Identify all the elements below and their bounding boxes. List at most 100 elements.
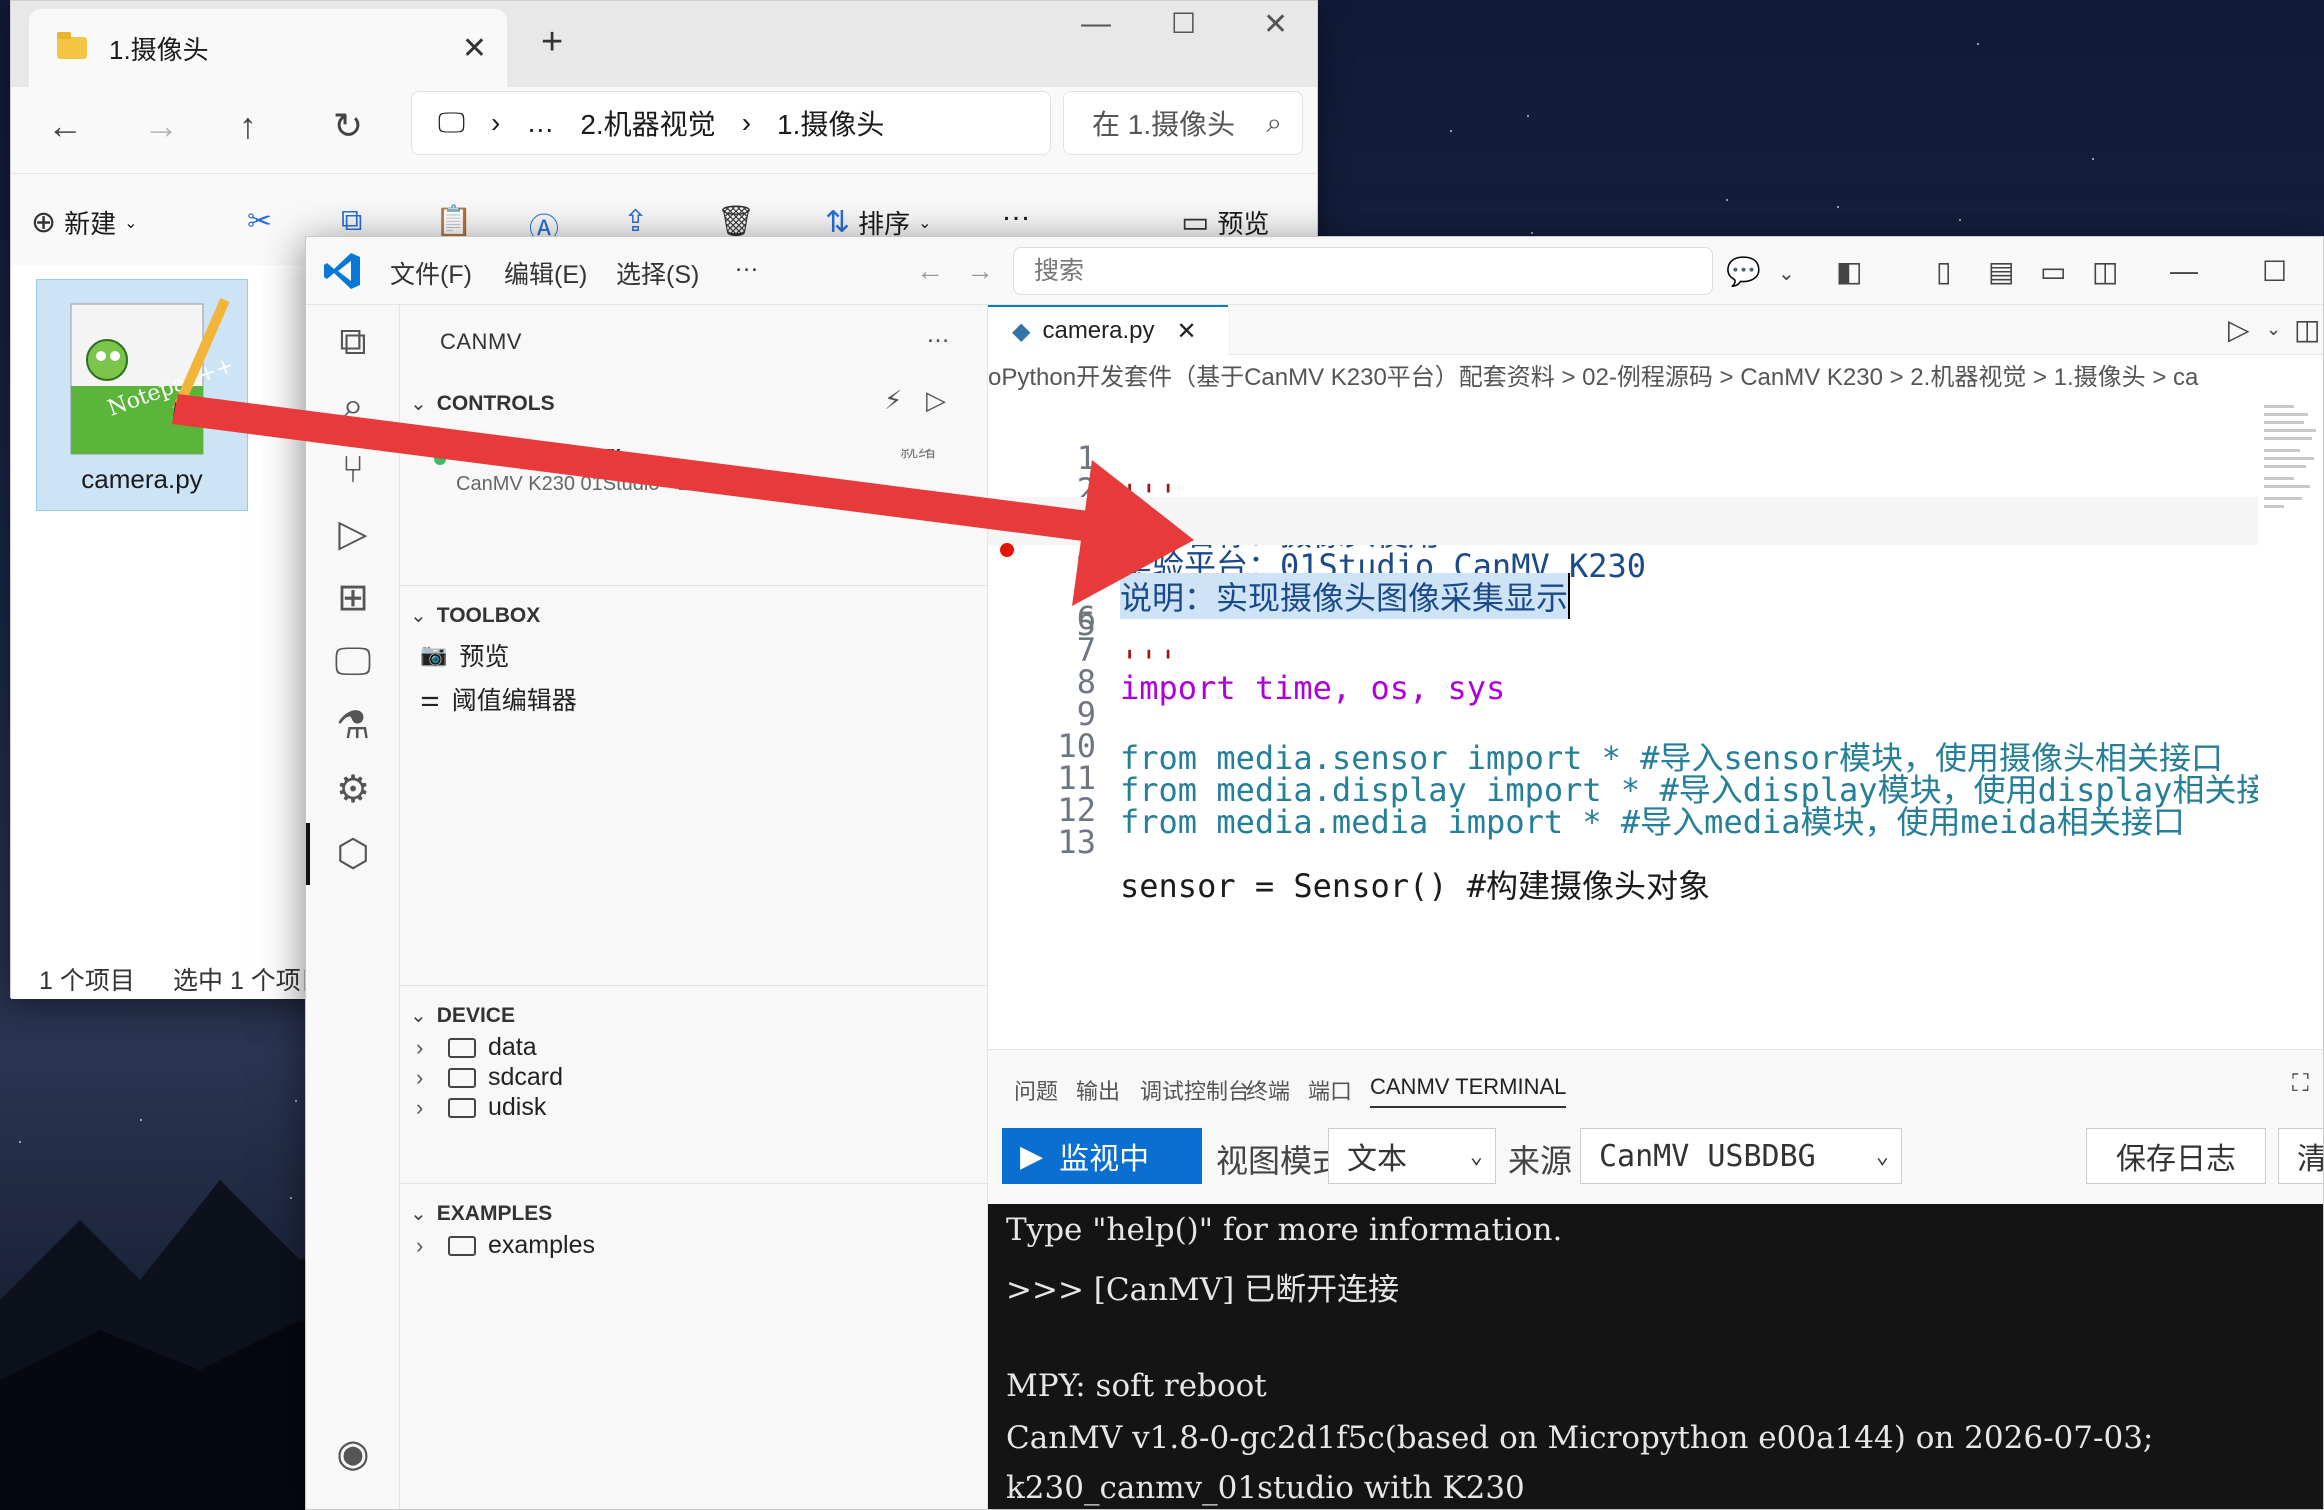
new-button[interactable]: ⊕ 新建 ⌄ [31,204,138,241]
view-mode-select[interactable]: 文本 ⌄ [1328,1128,1496,1184]
source-control-icon[interactable]: ⑂ [328,445,378,495]
paste-icon[interactable]: 📋 [435,204,472,239]
settings-sync-icon[interactable]: ⚙ [328,765,378,815]
explorer-search-input[interactable]: 在 1.摄像头 ⌕ [1063,91,1303,155]
board-detail: CanMV K230 01Studio - 1G v1.8-0 [456,473,766,495]
vscode-titlebar: 文件(F) 编辑(E) 选择(S) … ← → 搜索 💬 ⌄ ◧ ▯ ▤ ▭ ◫… [306,237,2323,305]
activity-bar: ⧉ ⌕ ⑂ ▷ ⊞ 🖵 ⚗ ⚙ ⬡ ◉ [306,305,400,1509]
command-center-search[interactable]: 搜索 [1013,247,1713,295]
terminal-line: CanMV v1.8-0-gc2d1f5c(based on Micropyth… [1006,1420,2154,1456]
accounts-layout-icon[interactable]: ◧ [1836,255,1862,288]
editor-breadcrumb[interactable]: oPython开发套件（基于CanMV K230平台）配套资料 > 02-例程源… [988,355,2323,401]
delete-icon[interactable]: 🗑 [717,204,755,239]
toggle-sidebar-icon[interactable]: ▯ [1936,255,1951,288]
controls-section-header[interactable]: ⌄ CONTROLS [410,391,555,416]
nav-forward-icon[interactable]: → [966,255,994,287]
more-button[interactable]: … [1001,194,1031,228]
chevron-down-icon[interactable]: ⌄ [2266,319,2281,340]
explorer-icon[interactable]: ⧉ [328,317,378,367]
menu-selection[interactable]: 选择(S) [616,255,699,291]
star [1977,43,1979,45]
chevron-down-icon: ⌄ [124,214,138,232]
testing-icon[interactable]: ⚗ [328,701,378,751]
toolbox-section-header[interactable]: ⌄ TOOLBOX [410,603,540,628]
nav-back-icon[interactable]: ← [916,255,944,287]
back-icon[interactable]: ← [47,105,83,147]
extensions-icon[interactable]: ⊞ [328,573,378,623]
minimize-icon[interactable]: — [1081,7,1111,41]
breakpoint-icon[interactable] [1000,543,1014,557]
panel-tab-debug-console[interactable]: 调试控制台 [1140,1074,1250,1106]
toggle-secondary-sidebar-icon[interactable]: ◫ [2092,255,2118,288]
customize-layout-icon[interactable]: ▤ [1988,255,2014,288]
breadcrumb-ellipsis[interactable]: … [526,107,554,139]
up-icon[interactable]: ↑ [239,105,257,147]
canmv-terminal-output[interactable]: Type "help()" for more information. >>> … [988,1204,2323,1509]
account-icon[interactable]: ◉ [328,1429,378,1479]
run-icon[interactable]: ▷ [926,385,946,416]
code-line: 13 sensor = Sensor() #构建摄像头对象 [1057,823,1711,905]
breadcrumb-item[interactable]: 1.摄像头 [777,103,884,143]
copy-icon[interactable]: ⧉ [341,204,362,238]
maximize-icon[interactable]: ☐ [2262,255,2287,288]
address-bar[interactable]: 🖵 › … 2.机器视觉 › 1.摄像头 [411,91,1051,155]
remote-explorer-icon[interactable]: 🖵 [328,637,378,687]
chevron-down-icon: ⌄ [918,214,932,232]
folder-icon [448,1235,476,1256]
close-tab-icon[interactable]: ✕ [1177,317,1197,346]
menu-edit[interactable]: 编辑(E) [504,255,587,291]
refresh-icon[interactable]: ↻ [333,105,363,147]
panel-tab-canmv-terminal[interactable]: CANMV TERMINAL [1370,1074,1567,1108]
new-tab-icon[interactable]: + [541,21,563,64]
toolbox-item-preview[interactable]: 📷 预览 [420,637,509,673]
source-select[interactable]: CanMV USBDBG ⌄ [1580,1128,1902,1184]
board-name[interactable]: CanMV 开发板 [456,449,623,467]
device-item-udisk[interactable]: › udisk [416,1093,546,1122]
examples-item[interactable]: › examples [416,1231,595,1260]
device-item-data[interactable]: › data [416,1033,537,1062]
sidebar-more-icon[interactable]: … [926,321,950,349]
canmv-icon[interactable]: ⬡ [306,823,378,885]
device-section-header[interactable]: ⌄ DEVICE [410,1003,515,1028]
menu-more[interactable]: … [734,249,759,278]
run-file-icon[interactable]: ▷ [2228,313,2250,346]
explorer-tab[interactable]: 1.摄像头 ✕ [29,9,507,87]
save-log-button[interactable]: 保存日志 [2086,1128,2266,1184]
toggle-panel-icon[interactable]: ▭ [2040,255,2066,288]
breadcrumb-item[interactable]: 2.机器视觉 [580,103,715,143]
editor-tab-camera[interactable]: ◆ camera.py ✕ [988,305,1228,355]
panel-tab-terminal[interactable]: 终端 [1246,1074,1290,1106]
device-item-sdcard[interactable]: › sdcard [416,1063,563,1092]
examples-section-header[interactable]: ⌄ EXAMPLES [410,1201,552,1226]
run-debug-icon[interactable]: ▷ [328,509,378,559]
cut-icon[interactable]: ✂ [247,204,272,239]
panel-tab-output[interactable]: 输出 [1076,1074,1120,1106]
monitor-button[interactable]: ▶ 监视中 [1002,1128,1202,1184]
chevron-down-icon[interactable]: ⌄ [1778,261,1795,286]
folder-icon [448,1097,476,1118]
close-window-icon[interactable]: ✕ [1263,7,1288,42]
chevron-down-icon: ⌄ [410,1203,427,1225]
chevron-right-icon: › [416,1034,424,1060]
disconnect-icon[interactable]: ⚡ [884,385,902,416]
code-view[interactable]: 1 ''' 2 实验名称：摄像头使用 3 实验平台：01Studio CanMV… [988,401,2258,1049]
maximize-icon[interactable]: ☐ [1171,7,1196,40]
chevron-down-icon: ⌄ [410,1005,427,1027]
file-item-camera[interactable]: Notepad++ camera.py [36,279,248,511]
split-editor-icon[interactable]: ◫ [2294,313,2320,346]
minimap[interactable] [2260,401,2324,821]
panel-tab-problems[interactable]: 问题 [1014,1074,1058,1106]
toolbox-item-threshold[interactable]: ⚌ 阈值编辑器 [420,681,577,717]
forward-icon[interactable]: → [143,105,179,147]
folder-icon [448,1067,476,1088]
close-tab-icon[interactable]: ✕ [462,31,487,66]
menu-file[interactable]: 文件(F) [390,255,472,291]
share-icon[interactable]: ⇪ [623,204,648,239]
panel-tab-ports[interactable]: 端口 [1308,1074,1352,1106]
minimize-icon[interactable]: — [2170,255,2198,287]
copilot-chat-icon[interactable]: 💬 [1726,255,1761,288]
search-icon[interactable]: ⌕ [328,381,378,431]
maximize-panel-icon[interactable]: ⛶ [2292,1070,2309,1098]
clear-button[interactable]: 清 [2278,1128,2323,1184]
star [1527,115,1529,117]
